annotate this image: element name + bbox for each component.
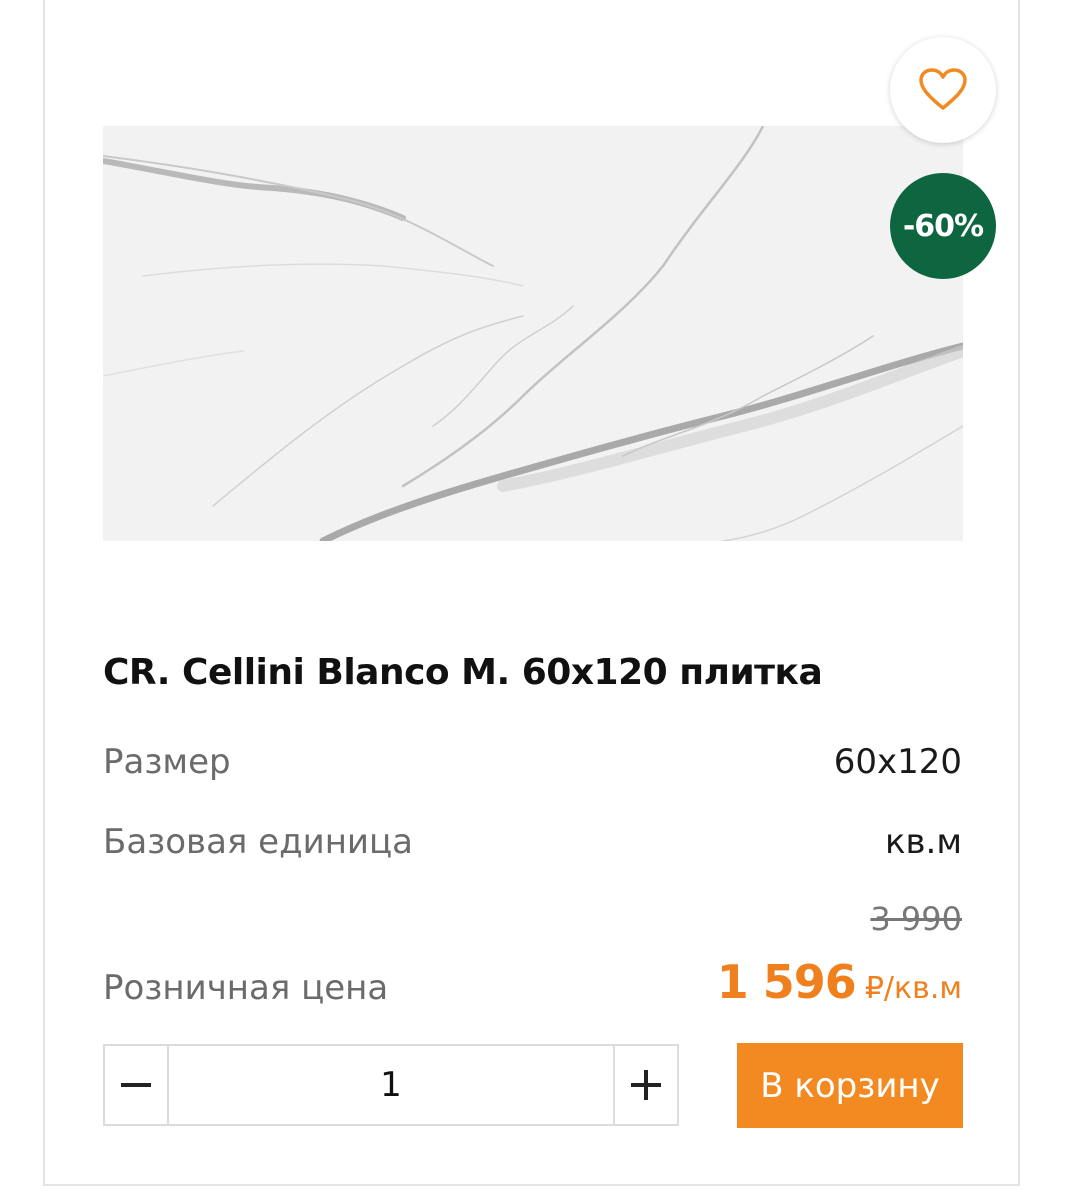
marble-texture (103, 126, 963, 541)
price-label: Розничная цена (103, 968, 389, 1008)
product-title[interactable]: CR. Cellini Blanco M. 60x120 плитка (103, 652, 823, 693)
current-price: 1 596 ₽/кв.м (717, 955, 962, 1009)
discount-badge: -60% (890, 173, 996, 279)
quantity-input[interactable] (169, 1046, 613, 1124)
old-price: 3 990 (870, 900, 962, 938)
spec-label-size: Размер (103, 742, 231, 782)
spec-value-unit: кв.м (884, 822, 962, 862)
price-unit: ₽/кв.м (864, 971, 962, 1006)
price-value: 1 596 (716, 955, 857, 1009)
spec-label-unit: Базовая единица (103, 822, 414, 862)
increase-quantity-button[interactable] (613, 1046, 677, 1124)
minus-icon (121, 1083, 151, 1087)
heart-icon (919, 68, 967, 110)
spec-value-size: 60x120 (833, 742, 962, 782)
product-image[interactable] (103, 126, 963, 541)
add-to-cart-button[interactable]: В корзину (737, 1043, 963, 1128)
plus-icon (631, 1070, 661, 1100)
quantity-stepper (103, 1044, 679, 1126)
favorite-button[interactable] (890, 37, 996, 143)
decrease-quantity-button[interactable] (105, 1046, 169, 1124)
